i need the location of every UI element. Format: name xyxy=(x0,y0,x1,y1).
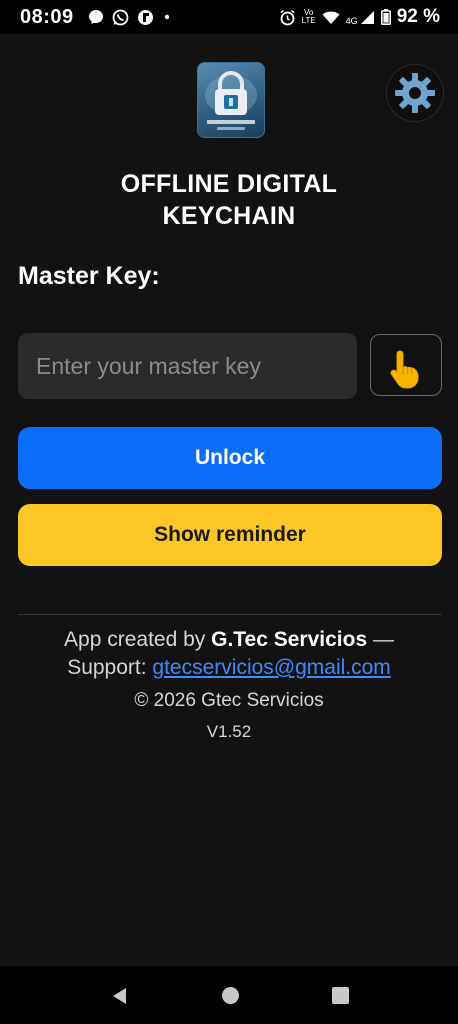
status-time: 08:09 xyxy=(20,5,74,28)
app-version: V1.52 xyxy=(206,722,252,741)
dot-icon xyxy=(164,14,169,20)
support-email-link[interactable]: gtecservicios@gmail.com xyxy=(152,656,390,679)
developer-name: G.Tec Servicios xyxy=(211,628,368,651)
pointing-hand-icon xyxy=(390,350,419,389)
flipboard-icon xyxy=(137,9,153,25)
battery-icon xyxy=(380,9,391,25)
alarm-icon xyxy=(280,9,295,25)
navigation-bar xyxy=(0,966,458,1024)
wifi-icon xyxy=(322,11,340,24)
whatsapp-icon xyxy=(112,9,129,25)
support-line: Support: gtecservicios@gmail.com xyxy=(67,656,391,679)
biometric-button[interactable] xyxy=(370,334,442,396)
unlock-button[interactable]: Unlock xyxy=(18,427,442,489)
show-reminder-button[interactable]: Show reminder xyxy=(18,504,442,566)
volte-icon: Vo LTE xyxy=(301,8,316,25)
footer: App created by G.Tec Servicios — Support… xyxy=(0,626,458,744)
notification-icons xyxy=(88,9,172,26)
gear-icon xyxy=(395,73,435,113)
battery-percent: 92 % xyxy=(396,6,440,27)
status-bar: 08:09 Vo LTE 4G 92 % xyxy=(0,0,458,34)
settings-button[interactable] xyxy=(386,64,444,122)
app-screen: OFFLINE DIGITAL KEYCHAIN Master Key: Unl… xyxy=(0,34,458,966)
messenger-icon xyxy=(88,10,103,24)
back-icon[interactable] xyxy=(110,986,128,1006)
system-status-icons: Vo LTE 4G 92 % xyxy=(279,6,440,28)
4g-signal-icon: 4G xyxy=(346,10,375,25)
page-title: OFFLINE DIGITAL KEYCHAIN xyxy=(120,170,338,230)
master-key-label: Master Key: xyxy=(18,262,160,290)
credits-line: App created by G.Tec Servicios — xyxy=(64,628,394,651)
master-key-input[interactable] xyxy=(18,333,357,399)
home-icon[interactable] xyxy=(222,987,239,1004)
padlock-keychain-logo xyxy=(197,62,265,138)
recents-icon[interactable] xyxy=(332,987,349,1004)
copyright: © 2026 Gtec Servicios xyxy=(134,690,324,711)
divider xyxy=(18,614,442,615)
